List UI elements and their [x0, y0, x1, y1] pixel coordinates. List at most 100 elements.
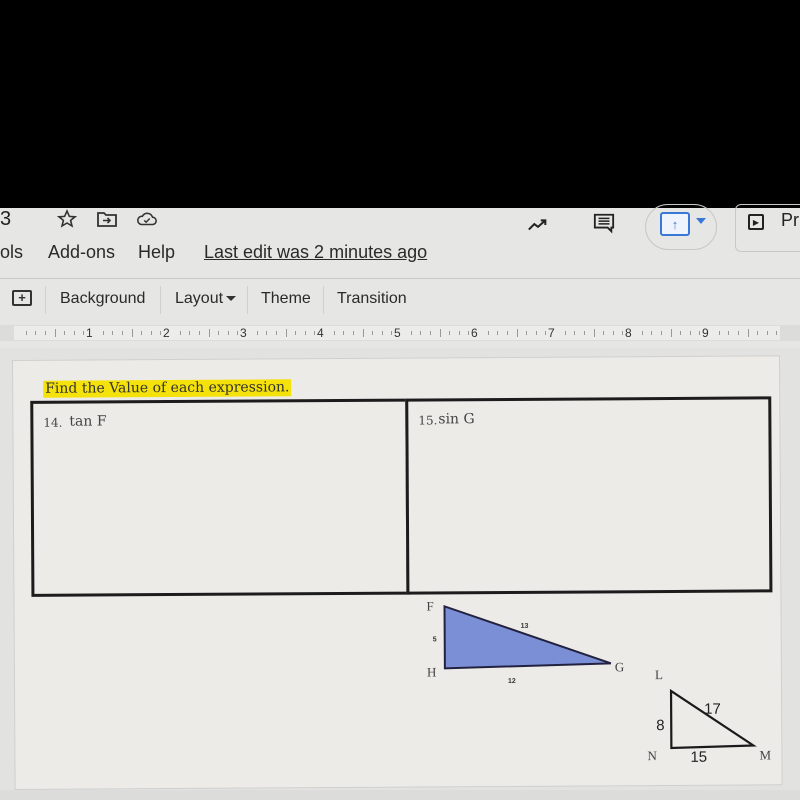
ruler-tick: [545, 331, 546, 335]
ruler-tick: [160, 331, 161, 335]
ruler-tick: [286, 329, 287, 337]
slides-app-window: 3 ↑ ▶ Pr ols Add-ons Help Last edit was …: [0, 204, 800, 800]
triangle-fgh: [443, 604, 612, 670]
triangle-diagrams: F H G 5 13 12 L N M 8 17 15: [426, 598, 771, 765]
ruler-tick: [276, 331, 277, 335]
slide[interactable]: Find the Value of each expression. 14. t…: [12, 355, 783, 790]
vertex-label-l: L: [655, 667, 663, 682]
ruler-tick: [55, 329, 56, 337]
star-icon[interactable]: [56, 208, 78, 230]
comments-icon[interactable]: [593, 212, 615, 234]
ruler-tick: [103, 331, 104, 335]
ruler-tick: [719, 331, 720, 335]
ruler-tick: [420, 331, 421, 335]
ruler-number: 5: [394, 326, 401, 340]
ruler-tick: [26, 331, 27, 335]
ruler-tick: [565, 331, 566, 335]
document-title[interactable]: 3: [0, 208, 11, 230]
ruler-tick: [189, 331, 190, 335]
triangle-lmn: [669, 688, 757, 750]
ruler-tick: [430, 331, 431, 335]
present-play-icon: ▶: [748, 214, 764, 230]
ruler-tick: [488, 331, 489, 335]
ruler-tick: [218, 331, 219, 335]
ruler-tick: [314, 331, 315, 335]
toolbar: + Background Layout Theme Transition: [0, 286, 800, 316]
theme-button[interactable]: Theme: [261, 288, 311, 310]
toolbar-separator: [45, 286, 46, 314]
ruler-track: 1 2 3 4 5 6 7 8 9: [14, 326, 780, 340]
ruler-tick: [343, 331, 344, 335]
ruler-tick: [45, 331, 46, 335]
ruler-number: 6: [471, 326, 478, 340]
ruler-tick: [517, 329, 518, 337]
speaker-notes-divider[interactable]: [0, 790, 800, 800]
ruler-tick: [151, 331, 152, 335]
cloud-saved-icon[interactable]: [136, 208, 158, 230]
side-label-fh: 5: [433, 636, 437, 643]
ruler-number: 2: [163, 326, 170, 340]
toolbar-separator: [160, 286, 161, 314]
new-comment-icon[interactable]: +: [12, 290, 32, 306]
ruler-number: 8: [625, 326, 632, 340]
menu-add-ons[interactable]: Add-ons: [48, 240, 115, 264]
ruler-tick: [594, 329, 595, 337]
ruler-tick: [64, 331, 65, 335]
menu-tools[interactable]: ols: [0, 240, 23, 264]
ruler-number: 7: [548, 326, 555, 340]
ruler-tick: [266, 331, 267, 335]
ruler-number: 9: [702, 326, 709, 340]
ruler-tick: [661, 331, 662, 335]
ruler-tick: [257, 331, 258, 335]
side-label-hg: 12: [508, 678, 516, 685]
ruler-tick: [141, 331, 142, 335]
side-label-fg: 13: [521, 623, 529, 630]
ruler-tick: [35, 331, 36, 335]
layout-button[interactable]: Layout: [175, 288, 237, 310]
background-button[interactable]: Background: [60, 288, 145, 310]
ruler-tick: [411, 331, 412, 335]
vertex-label-g: G: [615, 659, 624, 674]
horizontal-ruler[interactable]: 1 2 3 4 5 6 7 8 9: [0, 325, 800, 341]
ruler-tick: [237, 331, 238, 335]
ruler-number: 3: [240, 326, 247, 340]
ruler-tick: [363, 329, 364, 337]
ruler-tick: [748, 329, 749, 337]
ruler-tick: [74, 331, 75, 335]
ruler-tick: [680, 331, 681, 335]
ruler-tick: [209, 329, 210, 337]
ruler-tick: [671, 329, 672, 337]
menu-bar: ols Add-ons Help Last edit was 2 minutes…: [0, 240, 800, 266]
ruler-tick: [228, 331, 229, 335]
ruler-tick: [180, 331, 181, 335]
share-dropdown-icon[interactable]: [696, 218, 706, 224]
ruler-tick: [738, 331, 739, 335]
ruler-number: 1: [86, 326, 93, 340]
ruler-tick: [767, 331, 768, 335]
layout-label: Layout: [175, 290, 224, 307]
ruler-tick: [690, 331, 691, 335]
toolbar-divider: [0, 278, 800, 279]
side-label-lm: 17: [704, 701, 721, 718]
ruler-tick: [334, 331, 335, 335]
menu-help[interactable]: Help: [138, 240, 175, 264]
title-row: 3 ↑ ▶ Pr: [0, 204, 800, 252]
ruler-tick: [83, 331, 84, 335]
ruler-tick: [382, 331, 383, 335]
ruler-tick: [353, 331, 354, 335]
ruler-tick: [440, 329, 441, 337]
ruler-tick: [459, 331, 460, 335]
vertex-label-m: M: [759, 747, 771, 762]
move-to-folder-icon[interactable]: [96, 208, 118, 230]
ruler-tick: [468, 331, 469, 335]
share-icon[interactable]: ↑: [660, 212, 690, 236]
activity-trend-icon[interactable]: [527, 214, 549, 236]
ruler-tick: [613, 331, 614, 335]
last-edit-link[interactable]: Last edit was 2 minutes ago: [204, 240, 427, 264]
toolbar-separator: [323, 286, 324, 314]
ruler-tick: [776, 331, 777, 335]
ruler-tick: [199, 331, 200, 335]
ruler-tick: [526, 331, 527, 335]
transition-button[interactable]: Transition: [337, 288, 407, 310]
vertex-label-h: H: [427, 664, 436, 679]
